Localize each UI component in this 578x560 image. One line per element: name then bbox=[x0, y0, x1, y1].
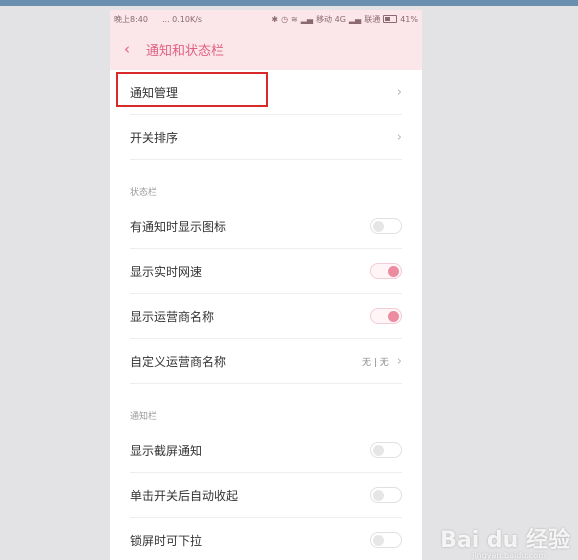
toggle-knob bbox=[373, 445, 384, 456]
row-show-screenshot-notification[interactable]: 显示截屏通知 bbox=[130, 428, 402, 473]
chevron-right-icon: › bbox=[396, 84, 402, 100]
status-time: 晚上8:40 bbox=[114, 14, 148, 24]
signal-icon: ▂▄ bbox=[300, 14, 314, 24]
chevron-right-icon: › bbox=[396, 129, 402, 145]
row-label: 显示实时网速 bbox=[130, 264, 203, 279]
toggle-switch[interactable] bbox=[370, 218, 402, 234]
baidu-watermark: Bai du 经验 bbox=[440, 528, 570, 553]
row-label: 单击开关后自动收起 bbox=[130, 488, 239, 503]
row-label: 自定义运营商名称 bbox=[130, 354, 227, 369]
row-label: 开关排序 bbox=[130, 130, 179, 145]
row-label: 有通知时显示图标 bbox=[130, 219, 227, 234]
wifi-icon: ≋ bbox=[291, 14, 298, 24]
row-show-network-speed[interactable]: 显示实时网速 bbox=[130, 249, 402, 294]
baidu-watermark-url: jingyan.baidu.com bbox=[472, 551, 546, 560]
toggle-knob bbox=[373, 535, 384, 546]
settings-list: 通知管理 › 开关排序 › 状态栏 有通知时显示图标 显示实时网速 显示运营商名… bbox=[110, 70, 422, 560]
back-arrow-icon[interactable]: ‹ bbox=[124, 40, 138, 58]
row-show-icon-on-notification[interactable]: 有通知时显示图标 bbox=[130, 204, 402, 249]
row-label: 显示运营商名称 bbox=[130, 309, 215, 324]
row-toggle-order[interactable]: 开关排序 › bbox=[130, 115, 402, 160]
toggle-switch[interactable] bbox=[370, 487, 402, 503]
signal-icon-2: ▂▄ bbox=[348, 14, 362, 24]
chevron-right-icon: › bbox=[396, 353, 402, 369]
row-auto-collapse[interactable]: 单击开关后自动收起 bbox=[130, 473, 402, 518]
toggle-knob bbox=[373, 221, 384, 232]
section-header-notification-bar: 通知栏 bbox=[130, 412, 158, 422]
toggle-knob bbox=[388, 266, 399, 277]
toggle-switch[interactable] bbox=[370, 532, 402, 548]
alarm-icon: ◷ bbox=[281, 14, 289, 24]
header: ‹ 通知和状态栏 bbox=[110, 28, 422, 70]
battery-level: 41% bbox=[400, 14, 418, 24]
status-bar: 晚上8:40 ... 0.10K/s ✱ ◷ ≋ ▂▄ 移动 4G ▂▄ 联通 … bbox=[110, 10, 422, 28]
toggle-knob bbox=[388, 311, 399, 322]
row-label: 显示截屏通知 bbox=[130, 443, 203, 458]
row-label: 锁屏时可下拉 bbox=[130, 533, 203, 548]
bluetooth-icon: ✱ bbox=[271, 14, 279, 24]
toggle-switch[interactable] bbox=[370, 308, 402, 324]
network-speed: ... 0.10K/s bbox=[162, 14, 203, 24]
toggle-knob bbox=[373, 490, 384, 501]
page-title: 通知和状态栏 bbox=[146, 43, 225, 59]
row-custom-carrier-name[interactable]: 自定义运营商名称 无 | 无 › bbox=[130, 339, 402, 384]
row-pull-down-on-lockscreen[interactable]: 锁屏时可下拉 bbox=[130, 518, 402, 560]
toggle-switch[interactable] bbox=[370, 263, 402, 279]
top-strip bbox=[0, 0, 578, 6]
section-header-status-bar: 状态栏 bbox=[130, 188, 158, 198]
carrier1: 移动 4G bbox=[316, 14, 346, 24]
row-value: 无 | 无 bbox=[362, 357, 389, 368]
row-show-carrier-name[interactable]: 显示运营商名称 bbox=[130, 294, 402, 339]
carrier2: 联通 bbox=[364, 14, 381, 24]
battery-icon bbox=[383, 15, 398, 23]
toggle-switch[interactable] bbox=[370, 442, 402, 458]
highlight-box bbox=[116, 72, 268, 107]
